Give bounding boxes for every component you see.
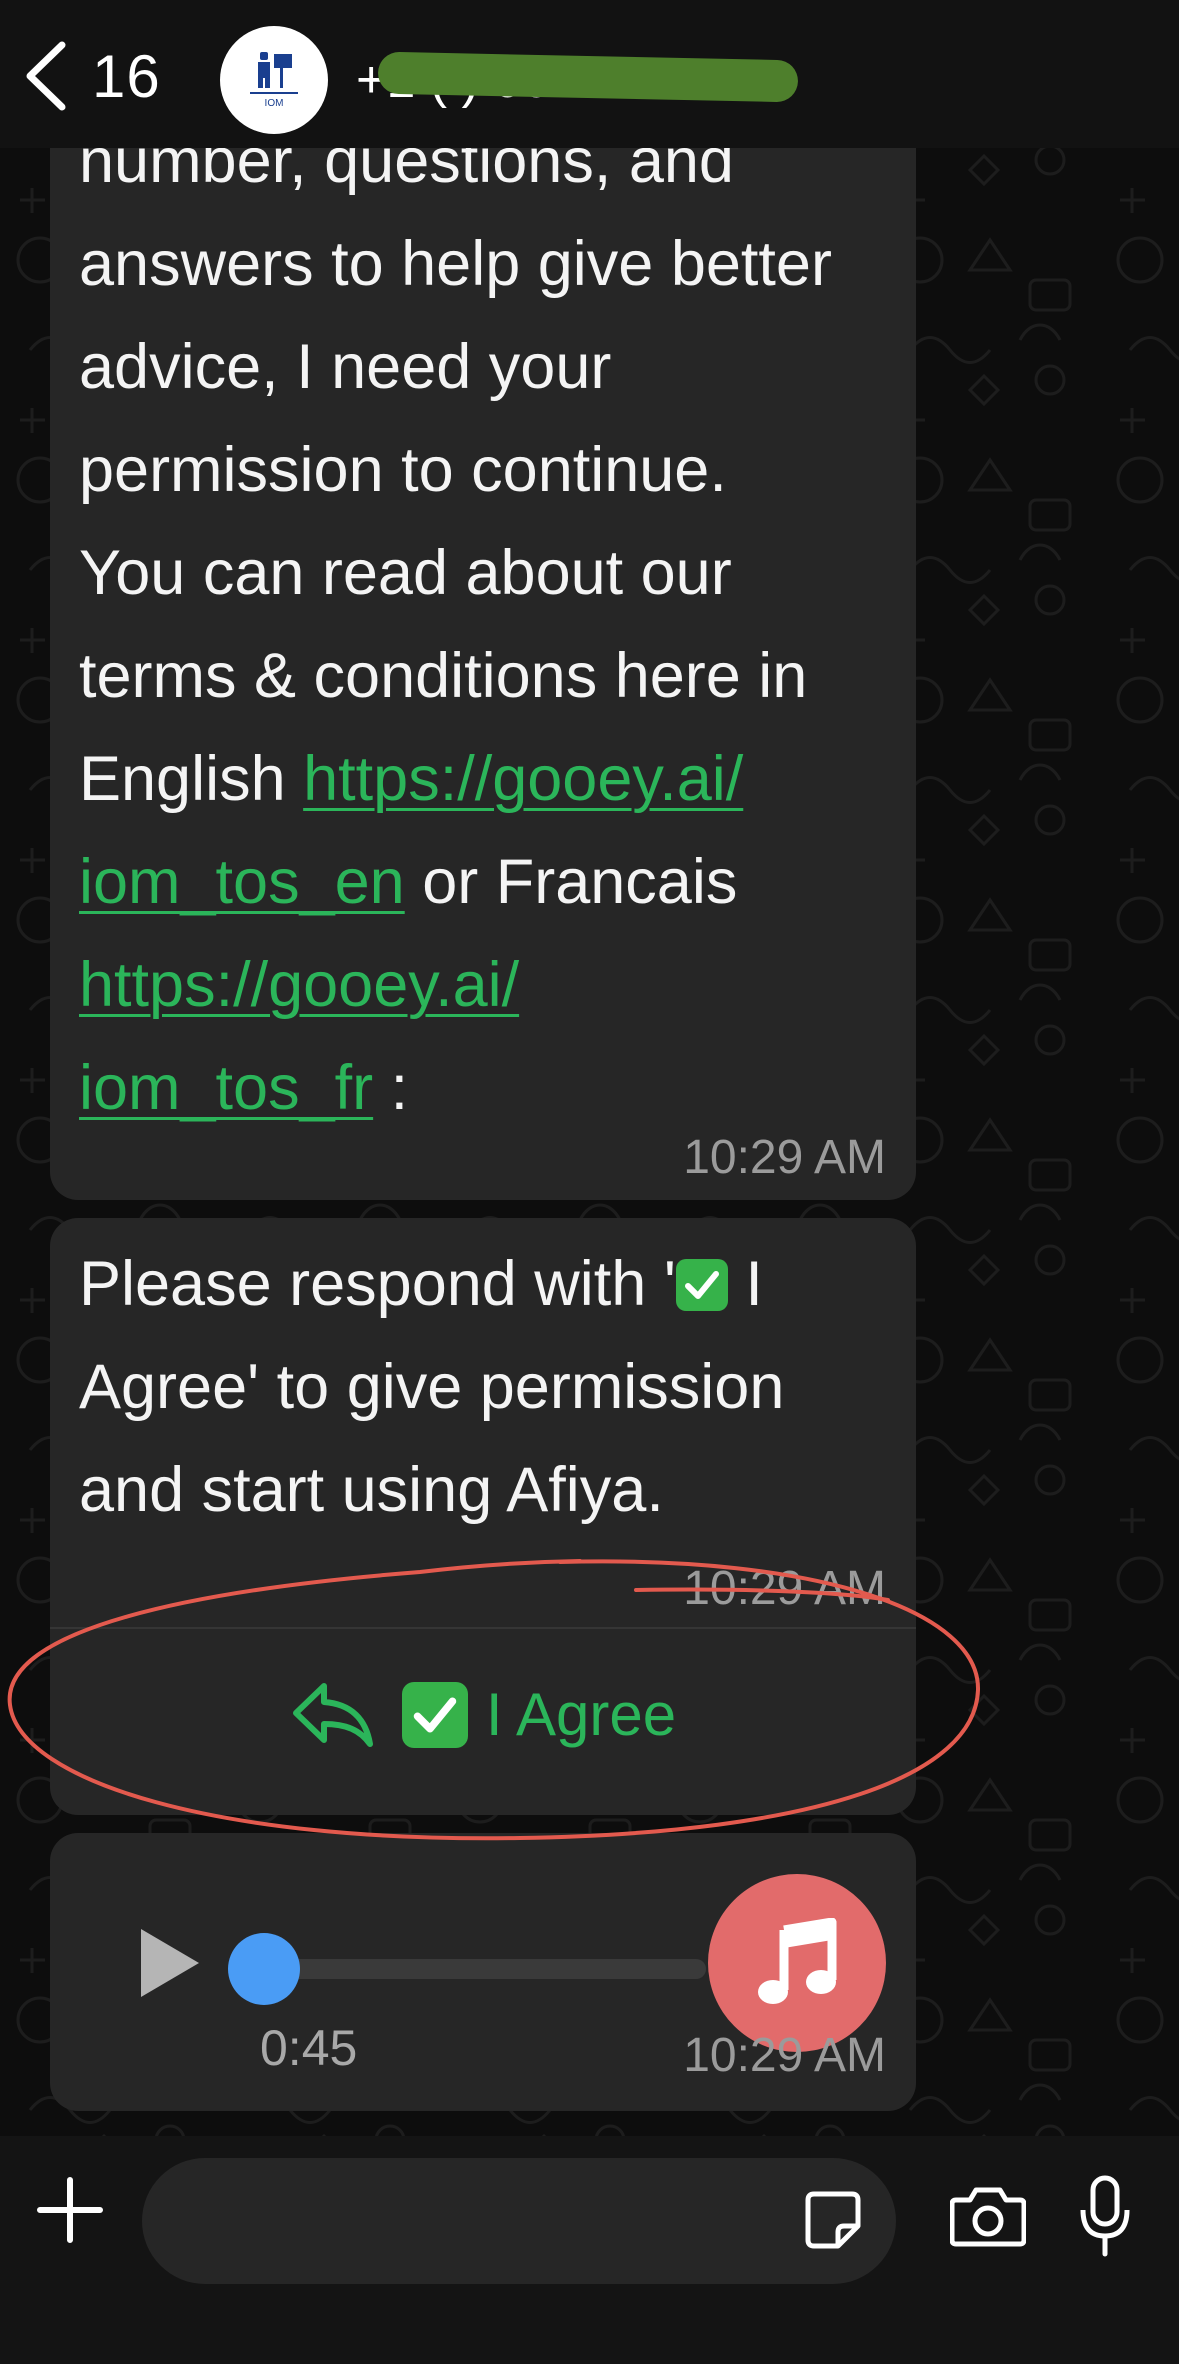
message-text-part: You can read about our xyxy=(79,538,732,608)
redaction-mark xyxy=(377,51,799,103)
i-agree-button[interactable]: I Agree xyxy=(50,1629,916,1800)
chat-header: 16 IOM +1 ( ) 000-0005 xyxy=(0,0,1179,148)
audio-badge xyxy=(708,1874,886,2052)
music-note-icon xyxy=(758,1918,837,2004)
message-text-part: permission to continue. xyxy=(79,435,727,505)
message-text-line: iom_tos_fr : xyxy=(79,1037,909,1140)
i-agree-label: I Agree xyxy=(485,1681,677,1748)
message-text-line: iom_tos_en or Francais xyxy=(79,831,909,934)
check-mark-icon xyxy=(675,1259,728,1311)
reply-arrow-icon xyxy=(292,1682,373,1747)
play-icon[interactable] xyxy=(133,1923,205,2003)
message-text: Please respond with ' I Agree' to give p… xyxy=(79,1233,909,1542)
audio-progress-track[interactable] xyxy=(262,1959,706,1979)
check-mark-icon xyxy=(401,1681,468,1748)
terms-link[interactable]: https://gooey.ai/ xyxy=(79,950,519,1020)
terms-link[interactable]: iom_tos_fr xyxy=(79,1053,373,1123)
message-text-part: Please respond with ' xyxy=(79,1249,676,1319)
unread-count: 16 xyxy=(92,42,161,110)
message-text-line: advice, I need your xyxy=(79,316,909,419)
camera-icon[interactable] xyxy=(950,2184,1026,2248)
terms-link[interactable]: https://gooey.ai/ xyxy=(303,744,743,814)
message-timestamp: 10:29 AM xyxy=(683,1131,886,1184)
audio-scrub-handle[interactable] xyxy=(228,1933,300,2005)
contact-avatar[interactable]: IOM xyxy=(220,26,328,134)
message-text: number, questions, and answers to help gi… xyxy=(79,110,909,1140)
message-text-line: and start using Afiya. xyxy=(79,1455,664,1525)
iom-logo-icon: IOM xyxy=(250,52,298,109)
message-text-part: terms & conditions here in xyxy=(79,641,808,711)
terms-link[interactable]: iom_tos_en xyxy=(79,847,405,917)
sticker-icon[interactable] xyxy=(804,2188,862,2252)
message-text-line: English https://gooey.ai/ xyxy=(79,728,909,831)
message-text-line: https://gooey.ai/ xyxy=(79,934,909,1037)
message-text-line: permission to continue. xyxy=(79,419,909,522)
audio-message-bubble: 0:45 10:29 AM xyxy=(50,1833,916,2111)
message-text-line: Agree' to give permission xyxy=(79,1352,785,1422)
back-button[interactable]: 16 xyxy=(20,36,180,116)
message-text-line: terms & conditions here in xyxy=(79,625,909,728)
back-chevron-icon xyxy=(26,41,66,111)
audio-duration: 0:45 xyxy=(260,2020,358,2076)
message-text-line: You can read about our xyxy=(79,522,909,625)
message-text-part: English xyxy=(79,744,304,814)
message-text-part: or Francais xyxy=(404,847,738,917)
message-text-part: : xyxy=(373,1053,409,1123)
composer-bar xyxy=(0,2136,1179,2364)
message-text-part: answers to help give better xyxy=(79,229,832,299)
microphone-icon[interactable] xyxy=(1078,2174,1132,2258)
svg-text:IOM: IOM xyxy=(265,98,284,109)
plus-icon[interactable] xyxy=(36,2176,104,2244)
message-bubble-permission: Please respond with ' I Agree' to give p… xyxy=(50,1218,916,1815)
chat-screen: 16 IOM +1 ( ) 000-0005 number, questions… xyxy=(0,0,1179,2364)
message-input[interactable] xyxy=(142,2158,896,2284)
message-timestamp: 10:29 AM xyxy=(683,2029,886,2082)
message-bubble-consent: number, questions, and answers to help gi… xyxy=(50,120,916,1200)
message-text-part: advice, I need your xyxy=(79,332,612,402)
message-timestamp: 10:29 AM xyxy=(683,1562,886,1615)
message-text-line: answers to help give better xyxy=(79,213,909,316)
message-text-part: I xyxy=(727,1249,763,1319)
